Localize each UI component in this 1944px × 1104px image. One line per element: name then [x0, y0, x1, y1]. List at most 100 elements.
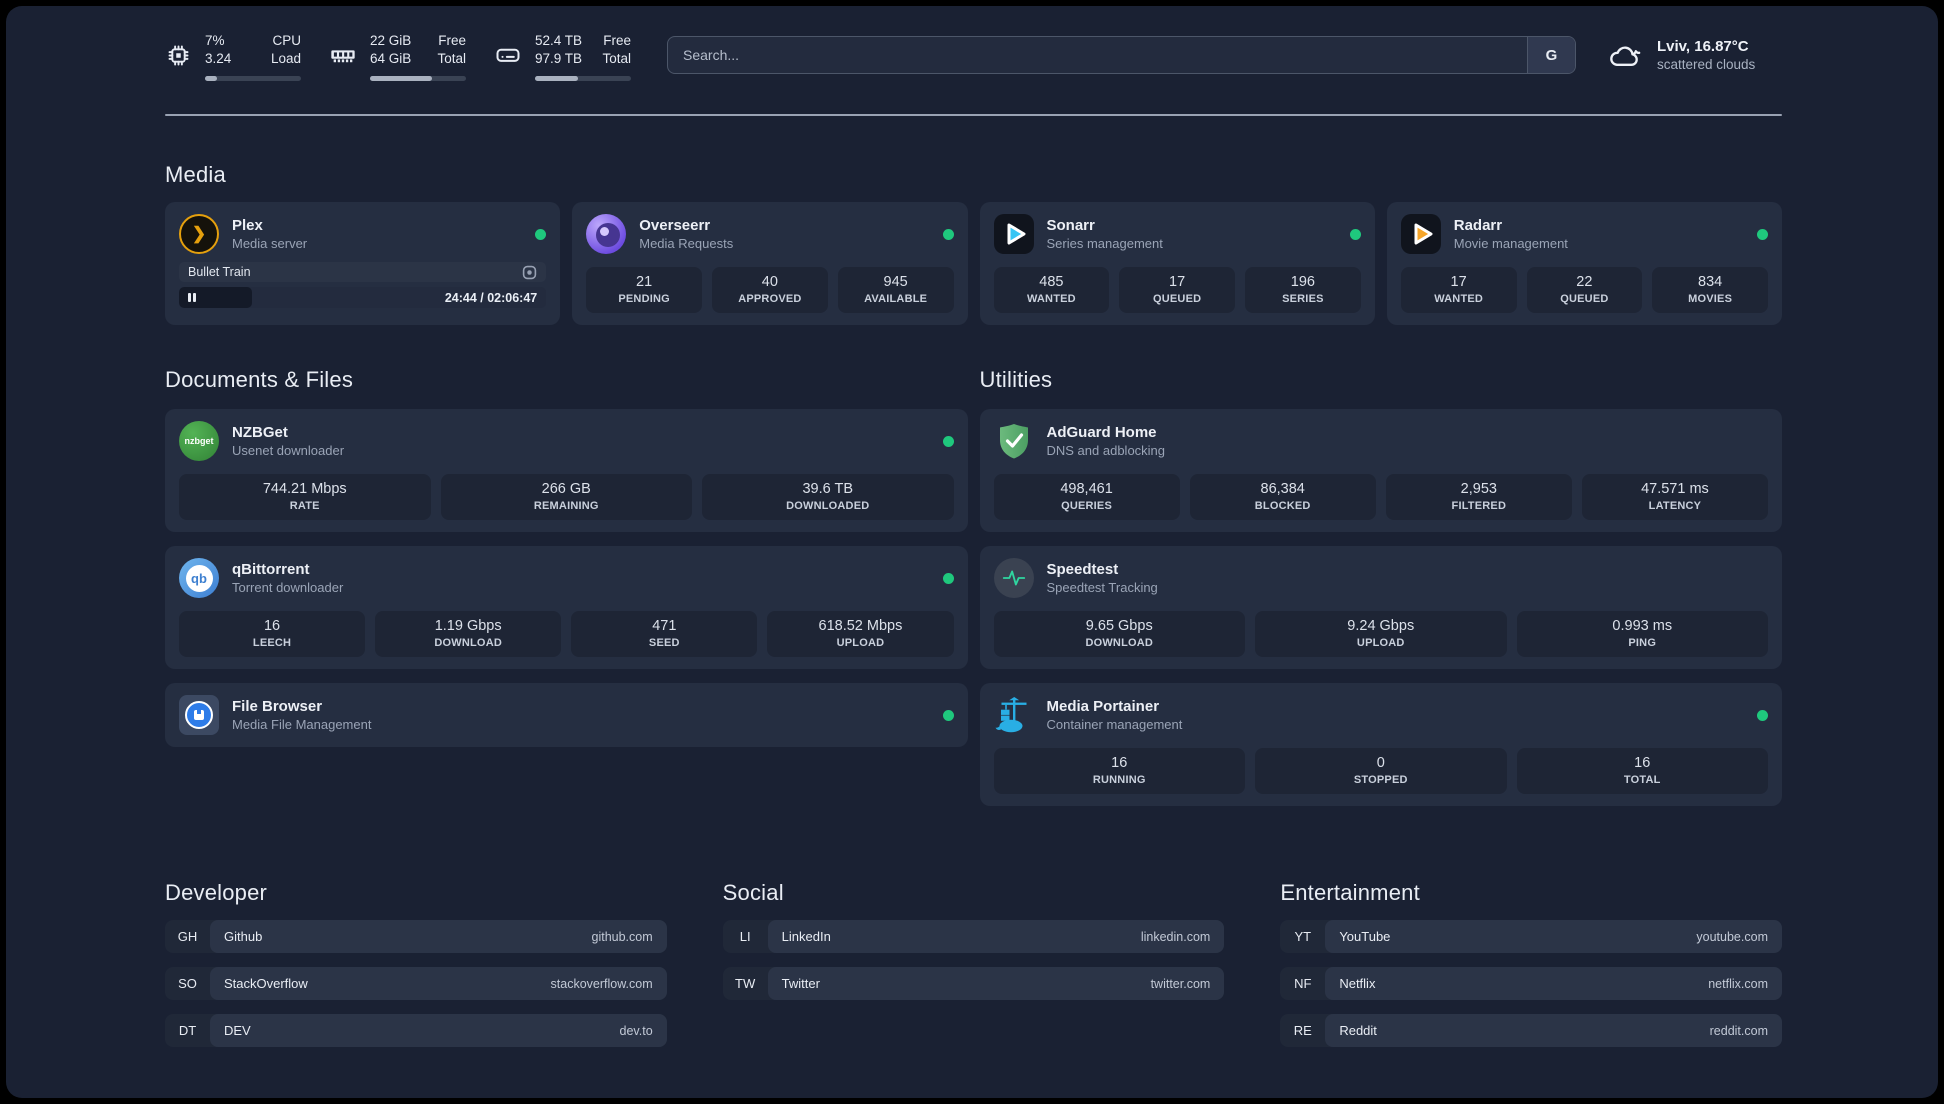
ram-progress-bar — [370, 76, 466, 82]
filebrowser-icon — [179, 695, 219, 736]
plex-icon: ❯ — [179, 214, 219, 255]
bookmark-abbr: NF — [1294, 976, 1312, 992]
status-dot — [1757, 228, 1768, 240]
bookmark-abbr: GH — [177, 929, 198, 945]
bookmark-name: Twitter — [781, 976, 820, 992]
cpu-metric: 7% CPU 3.24 Load — [165, 32, 301, 82]
bookmark-url: youtube.com — [1696, 929, 1768, 944]
app-subtitle: Container management — [1046, 717, 1183, 733]
app-subtitle: Media server — [232, 236, 308, 252]
app-card-radarr[interactable]: Radarr Movie management 17 WANTED 22 QUEUE… — [1386, 202, 1782, 326]
app-title: Radarr — [1453, 217, 1503, 235]
radarr-icon — [1400, 214, 1441, 255]
app-subtitle: Torrent downloader — [232, 580, 344, 596]
top-bar: 7% CPU 3.24 Load 22 GiB Free 64 GiB Total — [165, 32, 1782, 82]
bookmark-url: netflix.com — [1708, 976, 1768, 991]
stat-blocked: 86,384 BLOCKED — [1189, 474, 1376, 521]
app-card-overseerr[interactable]: Overseerr Media Requests 21 PENDING 40 APP… — [572, 202, 968, 326]
bookmark-name: YouTube — [1339, 929, 1391, 945]
app-title: File Browser — [232, 698, 323, 716]
adguard-icon — [994, 421, 1034, 461]
stat-running: 16 RUNNING — [993, 748, 1245, 795]
weather-widget: Lviv, 16.87°C scattered clouds — [1606, 38, 1782, 72]
cloud-icon — [1610, 46, 1641, 67]
ram-free-label: Free — [438, 33, 466, 48]
playback-time: 24:44 / 02:06:47 — [444, 290, 538, 305]
disk-free: 52.4 TB — [535, 33, 583, 48]
now-playing-title: Bullet Train — [188, 265, 251, 280]
search-bar: G — [667, 36, 1576, 75]
playback-progress-bar: 24:44 / 02:06:47 — [179, 287, 547, 309]
bookmark-netflix[interactable]: NF Netflix netflix.com — [1280, 967, 1782, 1001]
bookmark-twitter[interactable]: TW Twitter twitter.com — [722, 967, 1225, 1001]
stat-wanted: 17 WANTED — [1400, 267, 1517, 314]
status-dot — [1349, 228, 1361, 240]
bookmarks-grid: Developer GH Github github.com SO StackOv… — [165, 880, 1782, 1048]
bookmark-abbr: LI — [739, 929, 751, 945]
stat-upload: 618.52 Mbps UPLOAD — [767, 611, 954, 658]
bookmark-abbr: RE — [1293, 1023, 1312, 1039]
bookmark-group-developer: Developer GH Github github.com SO StackOv… — [165, 880, 667, 1048]
weather-location-temp: Lviv, 16.87°C — [1657, 38, 1749, 56]
bookmark-github[interactable]: GH Github github.com — [165, 920, 667, 954]
app-title: Plex — [232, 217, 263, 235]
stat-leech: 16 LEECH — [179, 611, 366, 658]
stat-download: 9.65 Gbps DOWNLOAD — [993, 611, 1245, 658]
bookmark-group-entertainment: Entertainment YT YouTube youtube.com NF N… — [1280, 880, 1782, 1048]
app-card-sonarr[interactable]: Sonarr Series management 485 WANTED 17 QUE… — [979, 202, 1375, 326]
app-card-nzbget[interactable]: nzbget NZBGet Usenet downloader 744.21 M… — [165, 409, 968, 533]
app-subtitle: Series management — [1046, 236, 1163, 252]
search-engine-button[interactable]: G — [1527, 37, 1575, 74]
bookmark-url: reddit.com — [1709, 1023, 1768, 1038]
disk-total-label: Total — [602, 50, 631, 66]
stat-remaining: 266 GB REMAINING — [440, 474, 692, 521]
portainer-icon — [994, 695, 1034, 735]
bookmark-linkedin[interactable]: LI LinkedIn linkedin.com — [722, 920, 1225, 954]
bookmark-youtube[interactable]: YT YouTube youtube.com — [1280, 920, 1782, 954]
disk-icon — [496, 48, 520, 62]
app-subtitle: Speedtest Tracking — [1046, 580, 1158, 596]
stat-movies: 834 MOVIES — [1652, 267, 1768, 314]
nzbget-icon: nzbget — [179, 421, 219, 462]
bookmark-reddit[interactable]: RE Reddit reddit.com — [1280, 1014, 1782, 1048]
app-title: qBittorrent — [232, 561, 310, 579]
search-input[interactable] — [668, 37, 1527, 74]
status-dot — [942, 709, 954, 721]
app-subtitle: Media File Management — [232, 717, 372, 733]
app-card-qbittorrent[interactable]: qb qBittorrent Torrent downloader 16 LEEC… — [165, 546, 968, 670]
status-dot — [942, 228, 954, 240]
bookmark-abbr: SO — [178, 976, 197, 992]
app-title: Media Portainer — [1046, 698, 1160, 716]
stat-pending: 21 PENDING — [586, 267, 702, 314]
status-dot — [535, 228, 547, 240]
status-dot — [942, 572, 954, 584]
app-card-adguard[interactable]: AdGuard Home DNS and adblocking 498,461 Q… — [979, 409, 1782, 533]
bookmark-name: Netflix — [1339, 976, 1376, 992]
section-title-social: Social — [722, 880, 784, 906]
app-card-plex[interactable]: ❯ Plex Media server Bullet Train 24:44 /… — [165, 202, 561, 326]
pause-button[interactable] — [188, 293, 196, 303]
stat-downloaded: 39.6 TB DOWNLOADED — [702, 474, 954, 521]
stat-filtered: 2,953 FILTERED — [1385, 474, 1572, 521]
bookmark-abbr: TW — [735, 976, 756, 992]
app-card-filebrowser[interactable]: File Browser Media File Management — [165, 683, 968, 748]
stat-queries: 498,461 QUERIES — [993, 474, 1180, 521]
bookmark-url: github.com — [591, 929, 653, 944]
bookmark-stackoverflow[interactable]: SO StackOverflow stackoverflow.com — [165, 967, 667, 1001]
stat-seed: 471 SEED — [571, 611, 758, 658]
disk-free-label: Free — [603, 33, 631, 48]
media-grid: ❯ Plex Media server Bullet Train 24:44 /… — [165, 202, 1782, 326]
app-card-portainer[interactable]: Media Portainer Container management 16 R… — [979, 683, 1782, 807]
bookmark-url: dev.to — [619, 1023, 653, 1038]
cpu-progress-bar — [205, 76, 301, 82]
status-dot — [942, 435, 954, 447]
bookmark-dev[interactable]: DT DEV dev.to — [165, 1014, 667, 1048]
documents-column: Documents & Files nzbget NZBGet Usenet d… — [165, 367, 968, 806]
app-card-speedtest[interactable]: Speedtest Speedtest Tracking 9.65 Gbps DO… — [979, 546, 1782, 670]
stat-queued: 17 QUEUED — [1119, 267, 1235, 314]
app-title: Speedtest — [1046, 561, 1119, 579]
system-metrics: 7% CPU 3.24 Load 22 GiB Free 64 GiB Total — [165, 32, 631, 82]
app-subtitle: Movie management — [1453, 236, 1568, 252]
disk-metric: 52.4 TB Free 97.9 TB Total — [494, 32, 631, 82]
stat-queued: 22 QUEUED — [1526, 267, 1643, 314]
